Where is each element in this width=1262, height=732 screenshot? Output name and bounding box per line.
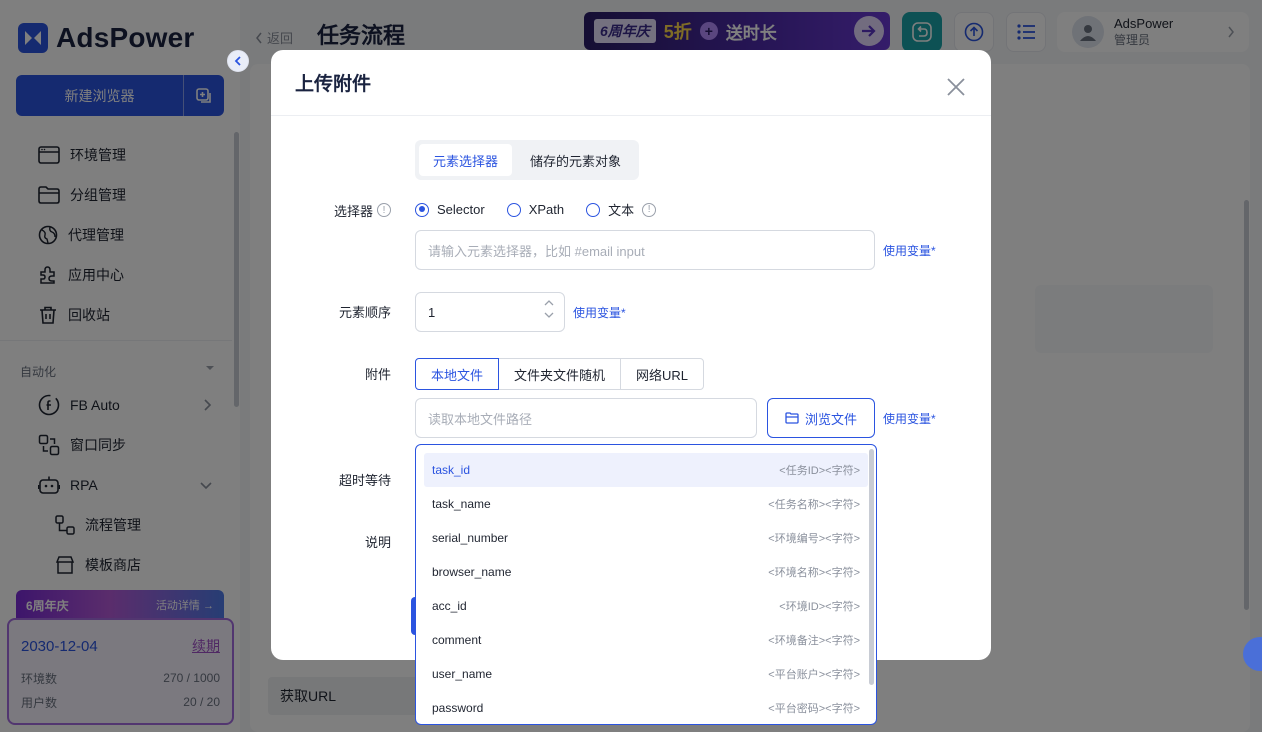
browse-file-button[interactable]: 浏览文件 (767, 398, 875, 438)
attach-label: 附件 (364, 366, 391, 382)
close-button[interactable] (945, 76, 967, 98)
attachment-source-tabs: 本地文件 文件夹文件随机 网络URL (415, 358, 705, 390)
tab-local-file[interactable]: 本地文件 (415, 358, 500, 390)
order-label: 元素顺序 (338, 304, 391, 320)
description-label: 说明 (364, 534, 391, 550)
use-variable-link[interactable]: 使用变量* (883, 242, 936, 259)
list-item[interactable]: acc_id <环境ID><字符> (424, 589, 868, 623)
order-stepper[interactable]: 1 (415, 292, 565, 332)
list-item[interactable]: serial_number <环境编号><字符> (424, 521, 868, 555)
radio-selector[interactable]: Selector (415, 202, 485, 217)
info-icon[interactable]: ! (377, 203, 391, 217)
variable-dropdown: task_id <任务ID><字符> task_name <任务名称><字符> se… (415, 444, 877, 725)
list-item[interactable]: task_id <任务ID><字符> (424, 453, 868, 487)
list-item[interactable]: task_name <任务名称><字符> (424, 487, 868, 521)
folder-open-icon (785, 412, 799, 424)
list-item[interactable]: user_name <平台账户><字符> (424, 657, 868, 691)
tab-stored-elements[interactable]: 储存的元素对象 (516, 144, 635, 176)
dialog-header: 上传附件 (271, 50, 991, 116)
tab-network-url[interactable]: 网络URL (620, 358, 705, 390)
chevron-left-icon (234, 56, 241, 66)
list-item[interactable]: password <平台密码><字符> (424, 691, 868, 724)
list-item[interactable]: browser_name <环境名称><字符> (424, 555, 868, 589)
dropdown-scrollbar[interactable] (869, 449, 874, 685)
close-icon (947, 78, 965, 96)
radio-xpath[interactable]: XPath (506, 202, 564, 217)
list-item[interactable]: comment <环境备注><字符> (424, 623, 868, 657)
use-variable-link[interactable]: 使用变量* (573, 304, 626, 321)
radio-text[interactable]: 文本! (586, 200, 657, 219)
selector-label: 选择器 ! (271, 200, 391, 220)
sidebar-collapse-button[interactable] (227, 50, 249, 72)
selector-type-radios: Selector XPath 文本! (415, 200, 657, 219)
selector-input[interactable]: 请输入元素选择器，比如 #email input (415, 230, 875, 270)
tab-element-selector[interactable]: 元素选择器 (419, 144, 513, 176)
chevron-up-icon[interactable] (544, 300, 554, 306)
dialog-title: 上传附件 (295, 74, 372, 95)
info-icon[interactable]: ! (642, 202, 657, 217)
selector-source-tabs: 元素选择器 储存的元素对象 (415, 140, 640, 180)
timeout-label: 超时等待 (338, 472, 391, 488)
tab-folder-random[interactable]: 文件夹文件随机 (498, 358, 622, 390)
use-variable-link[interactable]: 使用变量* (883, 410, 936, 427)
local-file-path-input[interactable]: 读取本地文件路径 (415, 398, 757, 438)
chevron-down-icon[interactable] (544, 312, 554, 318)
